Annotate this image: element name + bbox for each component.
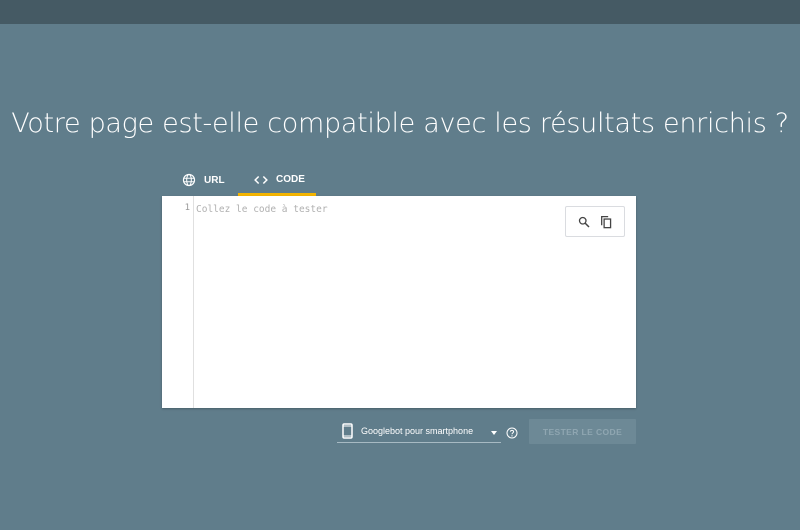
globe-icon — [182, 173, 196, 187]
code-editor[interactable]: 1 — [162, 196, 636, 408]
code-brackets-icon — [254, 175, 268, 185]
copy-icon[interactable] — [600, 215, 612, 229]
line-number: 1 — [184, 203, 190, 213]
device-select-value: Googlebot pour smartphone — [361, 426, 474, 436]
input-mode-tabs: URL CODE — [162, 166, 316, 196]
top-bar — [0, 0, 800, 24]
code-input[interactable] — [196, 202, 556, 216]
tab-url[interactable]: URL — [162, 166, 238, 194]
test-code-button[interactable]: TESTER LE CODE — [529, 419, 636, 444]
chevron-down-icon — [491, 431, 497, 435]
tab-url-label: URL — [204, 174, 225, 186]
help-circle-icon[interactable] — [506, 426, 518, 444]
search-icon[interactable] — [578, 216, 590, 228]
smartphone-icon — [342, 423, 353, 444]
line-number-gutter: 1 — [162, 196, 194, 408]
device-select[interactable]: Googlebot pour smartphone — [337, 421, 501, 443]
tab-code[interactable]: CODE — [238, 166, 316, 196]
tab-code-label: CODE — [276, 174, 305, 185]
editor-toolbar — [565, 206, 625, 237]
page-title: Votre page est-elle compatible avec les … — [11, 108, 789, 139]
